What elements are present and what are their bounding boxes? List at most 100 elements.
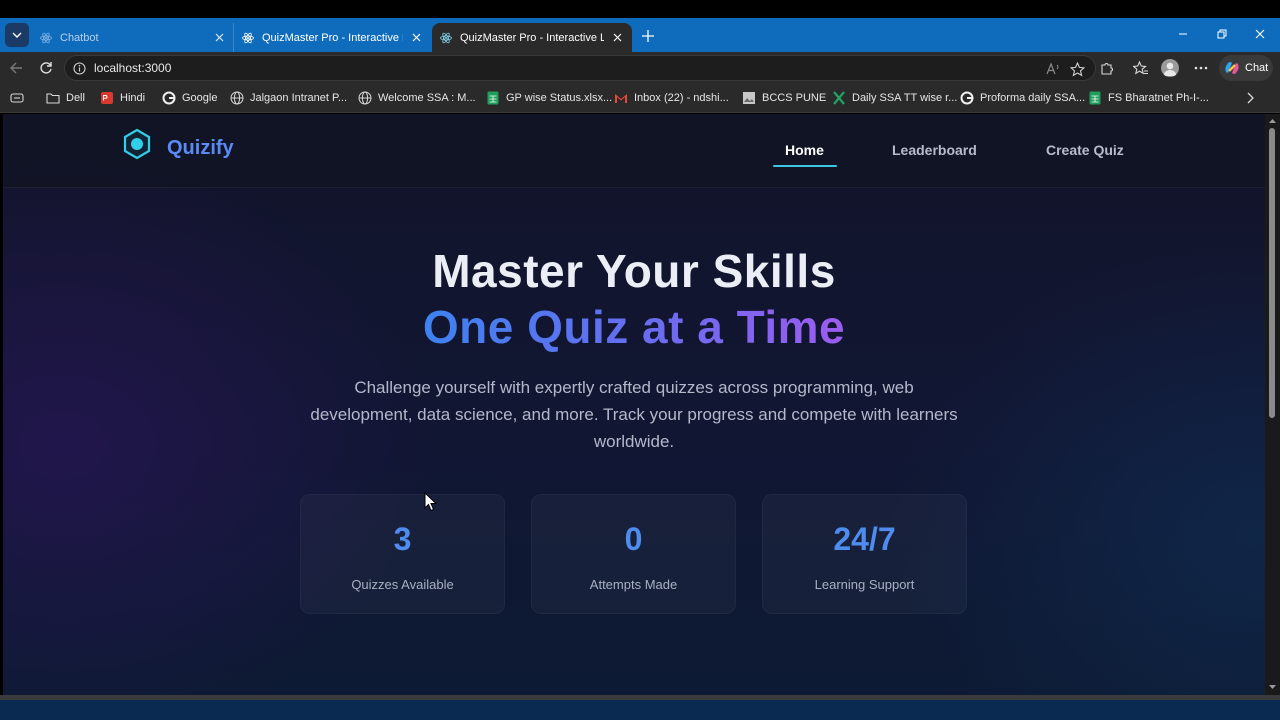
image-icon bbox=[743, 92, 755, 104]
bookmark-label: BCCS PUNE bbox=[762, 92, 827, 104]
bookmark-label: Hindi bbox=[120, 92, 146, 104]
minimize-icon bbox=[1179, 33, 1187, 35]
copilot-chat-button[interactable]: Chat bbox=[1219, 55, 1273, 81]
stat-label: Learning Support bbox=[814, 577, 915, 592]
url-text: localhost:3000 bbox=[94, 61, 172, 75]
hero-subtitle: One Quiz at a Time bbox=[3, 300, 1265, 354]
collections-icon bbox=[10, 93, 24, 103]
minimize-button[interactable] bbox=[1173, 24, 1193, 44]
tab-actions-button[interactable] bbox=[5, 23, 29, 47]
app-logo[interactable]: Quizify bbox=[121, 128, 234, 160]
bookmark-item[interactable]: Inbox (22) - ndshi... bbox=[614, 90, 729, 106]
collections-button[interactable] bbox=[10, 90, 24, 106]
bookmark-label: Welcome SSA : M... bbox=[378, 92, 476, 104]
extensions-button[interactable] bbox=[1097, 58, 1117, 78]
active-nav-indicator bbox=[773, 165, 837, 167]
globe-icon bbox=[358, 91, 372, 105]
bookmark-label: Daily SSA TT wise r... bbox=[852, 92, 958, 104]
read-aloud-icon bbox=[1046, 62, 1059, 75]
favorites-button[interactable] bbox=[1131, 58, 1151, 78]
bookmark-label: Inbox (22) - ndshi... bbox=[634, 92, 729, 104]
stat-value: 0 bbox=[624, 521, 643, 557]
bookmark-item[interactable]: BCCS PUNE bbox=[742, 90, 826, 106]
scroll-down-arrow-icon[interactable] bbox=[1268, 682, 1277, 691]
bookmark-label: Dell bbox=[66, 92, 85, 104]
react-icon bbox=[242, 32, 254, 43]
tab-strip: Chatbot QuizMaster Pro - Interactive Lea… bbox=[0, 18, 1280, 52]
browser-toolbar: localhost:3000 Chat bbox=[0, 52, 1280, 84]
stat-label: Quizzes Available bbox=[351, 577, 454, 592]
more-horizontal-icon bbox=[1194, 66, 1208, 70]
favorite-button[interactable] bbox=[1068, 60, 1086, 78]
tab-title: QuizMaster Pro - Interactive Learn bbox=[262, 31, 403, 44]
hero-title: Master Your Skills bbox=[432, 245, 836, 297]
reload-button[interactable] bbox=[36, 58, 56, 78]
favorites-icon bbox=[1133, 60, 1148, 75]
tab-chatbot[interactable]: Chatbot bbox=[32, 23, 234, 52]
puzzle-icon bbox=[1100, 62, 1113, 75]
app-navbar: Quizify Home Leaderboard Create Quiz bbox=[3, 114, 1265, 188]
settings-more-button[interactable] bbox=[1191, 58, 1211, 78]
scrollbar-thumb[interactable] bbox=[1269, 128, 1275, 418]
google-icon bbox=[960, 91, 974, 105]
stat-card-quizzes: 3 Quizzes Available bbox=[300, 494, 505, 614]
stat-value: 24/7 bbox=[833, 521, 896, 557]
tab-title: QuizMaster Pro - Interactive Learn bbox=[460, 31, 604, 44]
page-viewport: Quizify Home Leaderboard Create Quiz Mas… bbox=[3, 114, 1265, 695]
nav-leaderboard-link[interactable]: Leaderboard bbox=[892, 142, 977, 158]
sheets-icon bbox=[1089, 91, 1101, 105]
stat-value: 3 bbox=[393, 521, 412, 557]
stat-label: Attempts Made bbox=[589, 577, 678, 592]
hero-subtitle-text: One Quiz at a Time bbox=[422, 301, 846, 353]
bookmark-item[interactable]: Proforma daily SSA... bbox=[960, 90, 1085, 106]
mouse-cursor-icon bbox=[424, 492, 438, 512]
read-aloud-button[interactable] bbox=[1045, 60, 1063, 78]
bookmark-item[interactable]: Daily SSA TT wise r... bbox=[832, 90, 957, 106]
close-window-button[interactable] bbox=[1250, 24, 1270, 44]
close-tab-button[interactable] bbox=[409, 31, 423, 45]
bookmark-item[interactable]: Google bbox=[162, 90, 217, 106]
arrow-left-icon bbox=[10, 62, 22, 74]
close-tab-button[interactable] bbox=[610, 31, 624, 45]
bookmark-item[interactable]: Dell bbox=[46, 90, 85, 106]
bookmark-label: GP wise Status.xlsx... bbox=[506, 92, 613, 104]
nav-create-quiz-link[interactable]: Create Quiz bbox=[1046, 142, 1124, 158]
chat-label: Chat bbox=[1245, 62, 1269, 74]
reload-icon bbox=[40, 62, 52, 74]
address-bar[interactable]: localhost:3000 bbox=[64, 55, 1096, 81]
bookmarks-overflow-button[interactable] bbox=[1246, 90, 1254, 106]
tab-quizmaster[interactable]: QuizMaster Pro - Interactive Learn bbox=[233, 23, 431, 52]
new-tab-button[interactable] bbox=[638, 26, 658, 46]
excel-icon bbox=[833, 91, 845, 105]
react-icon bbox=[440, 32, 452, 43]
stat-card-attempts: 0 Attempts Made bbox=[531, 494, 736, 614]
page-scrollbar[interactable] bbox=[1265, 114, 1280, 695]
hexagon-logo-icon bbox=[123, 128, 151, 160]
hero-description: Challenge yourself with expertly crafted… bbox=[310, 378, 958, 451]
tab-quizmaster-active[interactable]: QuizMaster Pro - Interactive Learn bbox=[432, 23, 632, 52]
nav-home-link[interactable]: Home bbox=[785, 142, 824, 158]
bookmark-label: Google bbox=[182, 92, 218, 104]
plus-icon bbox=[642, 30, 654, 42]
bookmark-item[interactable]: GP wise Status.xlsx... bbox=[486, 90, 612, 106]
back-button[interactable] bbox=[6, 58, 26, 78]
close-tab-button[interactable] bbox=[212, 31, 226, 45]
restore-icon bbox=[1217, 29, 1227, 39]
google-icon bbox=[162, 91, 176, 105]
close-icon bbox=[215, 33, 223, 42]
info-icon[interactable] bbox=[73, 61, 86, 75]
bookmark-item[interactable]: FS Bharatnet Ph-I-... bbox=[1088, 90, 1209, 106]
bookmark-item[interactable]: Hindi bbox=[100, 90, 145, 106]
bookmark-item[interactable]: Welcome SSA : M... bbox=[358, 90, 476, 106]
bookmark-label: Proforma daily SSA... bbox=[980, 92, 1086, 104]
copilot-icon bbox=[1225, 62, 1239, 74]
scroll-up-arrow-icon[interactable] bbox=[1268, 117, 1277, 126]
screen-top-border bbox=[0, 0, 1280, 18]
profile-avatar[interactable] bbox=[1161, 59, 1179, 77]
restore-button[interactable] bbox=[1212, 24, 1232, 44]
user-icon bbox=[1163, 62, 1177, 76]
close-icon bbox=[412, 33, 420, 42]
bookmark-item[interactable]: Jalgaon Intranet P... bbox=[230, 90, 347, 106]
stat-card-support: 24/7 Learning Support bbox=[762, 494, 967, 614]
chevron-down-icon bbox=[12, 32, 22, 38]
